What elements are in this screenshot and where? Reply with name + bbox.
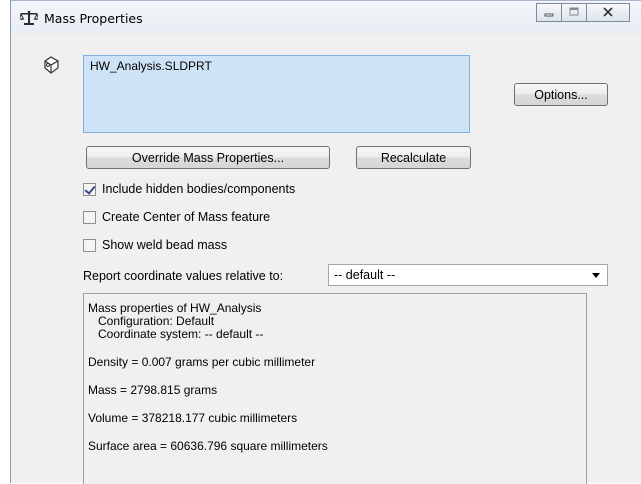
results-density: Density = 0.007 grams per cubic millimet… — [88, 355, 316, 369]
include-hidden-bodies-checkbox[interactable]: Include hidden bodies/components — [83, 181, 295, 197]
maximize-icon — [569, 6, 579, 20]
coordinate-system-dropdown[interactable]: -- default -- — [328, 264, 608, 286]
minimize-button[interactable] — [536, 3, 562, 22]
list-item[interactable]: HW_Analysis.SLDPRT — [90, 59, 463, 73]
window-title: Mass Properties — [44, 11, 143, 26]
checkbox-label: Show weld bead mass — [102, 238, 228, 252]
checkbox-box[interactable] — [83, 238, 96, 252]
checkbox-box[interactable] — [83, 210, 96, 224]
results-panel[interactable]: Mass properties of HW_Analysis Configura… — [83, 293, 587, 484]
checkbox-box[interactable] — [83, 182, 96, 196]
caption-buttons — [536, 3, 630, 22]
chevron-down-icon[interactable] — [592, 273, 600, 278]
close-icon — [602, 6, 614, 20]
coordinate-label: Report coordinate values relative to: — [83, 269, 284, 283]
create-center-of-mass-checkbox[interactable]: Create Center of Mass feature — [83, 209, 270, 225]
show-weld-bead-mass-checkbox[interactable]: Show weld bead mass — [83, 237, 227, 253]
checkbox-label: Include hidden bodies/components — [102, 182, 296, 196]
minimize-icon — [544, 6, 554, 20]
results-coordinate-system: Coordinate system: -- default -- — [98, 327, 264, 341]
results-surface-area: Surface area = 60636.796 square millimet… — [88, 439, 328, 453]
mass-properties-window: Mass Properties HW_Analysis.SLDPRT Optio… — [10, 0, 641, 484]
close-button[interactable] — [586, 3, 630, 22]
options-button[interactable]: Options... — [514, 83, 608, 106]
selection-listbox[interactable]: HW_Analysis.SLDPRT — [83, 55, 470, 133]
results-mass: Mass = 2798.815 grams — [88, 383, 218, 397]
part-icon — [41, 55, 61, 75]
override-mass-properties-button[interactable]: Override Mass Properties... — [86, 146, 330, 169]
maximize-button[interactable] — [561, 3, 587, 22]
checkbox-label: Create Center of Mass feature — [102, 210, 271, 224]
title-bar[interactable]: Mass Properties — [11, 1, 641, 34]
results-volume: Volume = 378218.177 cubic millimeters — [88, 411, 298, 425]
coordinate-row: Report coordinate values relative to: — [83, 265, 283, 287]
scale-icon — [18, 10, 40, 26]
recalculate-button[interactable]: Recalculate — [356, 146, 471, 169]
dropdown-value: -- default -- — [334, 268, 396, 282]
